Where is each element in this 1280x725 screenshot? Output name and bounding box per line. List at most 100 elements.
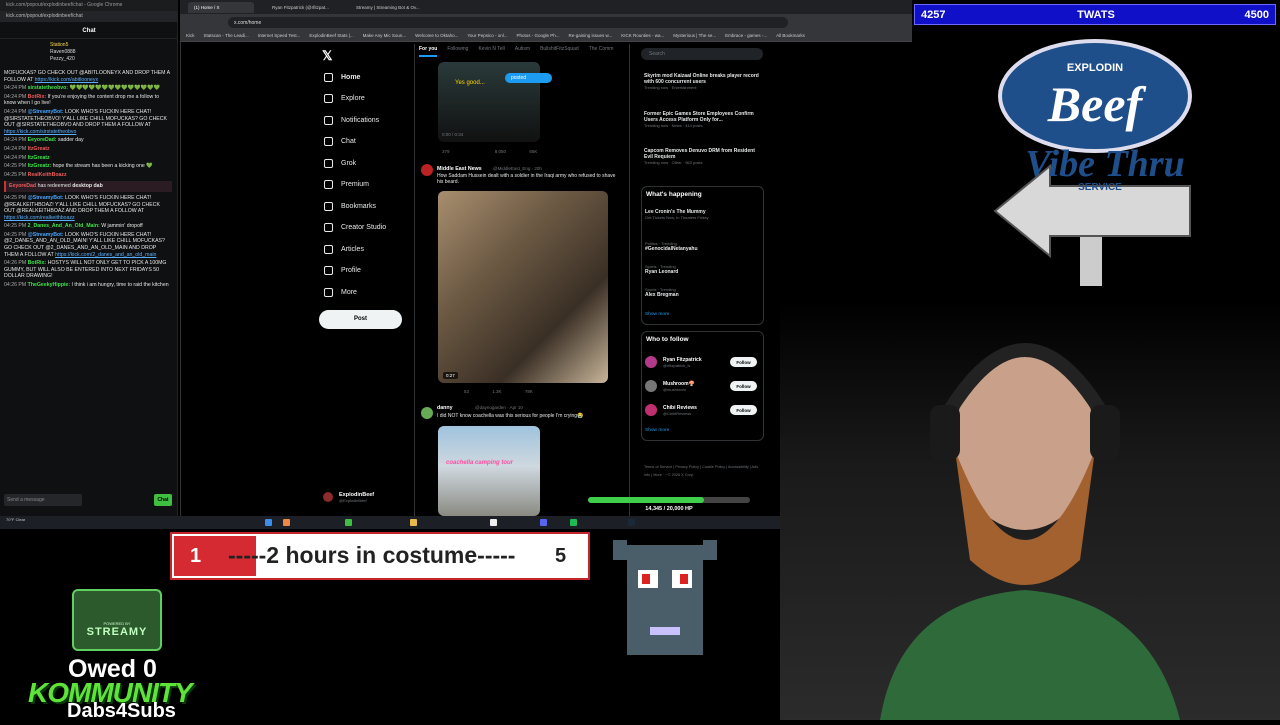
tweet-author[interactable]: Middle East News — [437, 166, 482, 172]
feed-tab[interactable]: Autism — [515, 46, 530, 52]
chat-url-bar[interactable]: kick.com/popout/explodinbeef/chat — [0, 11, 178, 22]
message-link[interactable]: https://kick.com/abitlooneyx — [35, 77, 98, 83]
like-count[interactable]: 1.3K — [492, 389, 501, 394]
nav-item-bookmarks[interactable]: Bookmarks — [324, 200, 376, 212]
follow-button[interactable]: Follow — [730, 381, 757, 391]
chat-send-button[interactable]: Chat — [154, 494, 172, 506]
follow-button[interactable]: Follow — [730, 357, 757, 367]
news-item[interactable]: Former Epic Games Store Employees Confir… — [644, 111, 762, 129]
trend-item[interactable]: Sports · Trending Ryan Leonard — [645, 264, 678, 275]
nav-item-articles[interactable]: Articles — [324, 243, 364, 255]
message-user[interactable]: @StreamyBot: — [28, 109, 64, 115]
message-user[interactable]: BotRix: — [28, 94, 46, 100]
message-user[interactable]: @StreamyBot: — [28, 232, 64, 238]
message-user[interactable]: RealKeithBoazz — [28, 172, 67, 178]
tweet-video[interactable] — [438, 191, 608, 383]
news-item[interactable]: Capcom Removes Denuvo DRM from Resident … — [644, 148, 762, 166]
bookmark-item[interactable]: Statscan - The Leadi... — [204, 33, 249, 38]
message-user[interactable]: ItzGreatz: — [28, 163, 52, 169]
message-user[interactable]: BotRix: — [28, 260, 46, 266]
obs-icon[interactable] — [490, 519, 497, 526]
chat-input[interactable]: Send a message — [4, 494, 82, 506]
chat-message: 04:26 PM TheGeekyHippie: I think i am hu… — [4, 282, 172, 289]
follow-button[interactable]: Follow — [730, 405, 757, 415]
tweet-author[interactable]: danny — [437, 405, 453, 411]
view-count[interactable]: 66K — [529, 149, 537, 154]
nav-item-notifications[interactable]: Notifications — [324, 114, 379, 126]
address-bar[interactable]: x.com/home — [228, 17, 788, 28]
nav-item-grok[interactable]: Grok — [324, 157, 356, 169]
message-user[interactable]: ItzGreatz — [28, 146, 50, 152]
message-link[interactable]: https://kick.com/realkeithboazz — [4, 215, 75, 221]
message-link[interactable]: https://kick.com/sirstatetheobvo — [4, 129, 76, 135]
bookmark-item[interactable]: Make Any Mic Soun... — [363, 33, 407, 38]
browser-tab[interactable]: (1) Home / X — [188, 2, 254, 13]
message-user[interactable]: ItzGreatz — [28, 155, 50, 161]
weather-widget[interactable]: 70°F Clear — [6, 517, 25, 522]
folder-icon[interactable] — [410, 519, 417, 526]
news-item[interactable]: Skyrim mod Kaizaal Online breaks player … — [644, 73, 762, 91]
nav-item-home[interactable]: Home — [324, 71, 360, 83]
redeem-user[interactable]: EeyoreDad — [9, 183, 36, 189]
feed-tab[interactable]: Kevin N Tell — [478, 46, 504, 52]
post-button[interactable]: Post — [319, 310, 402, 329]
nav-item-profile[interactable]: Profile — [324, 265, 361, 277]
feed-tab[interactable]: Following — [447, 46, 468, 52]
trend-item[interactable]: Sports · Trending Alex Bregman — [645, 287, 679, 298]
nav-item-premium[interactable]: Premium — [324, 179, 369, 191]
view-count[interactable]: 78K — [525, 389, 533, 394]
message-user[interactable]: @StreamyBot: — [28, 195, 64, 201]
bookmark-item[interactable]: Your Pepsico - onl... — [467, 33, 507, 38]
bookmark-item[interactable]: All Bookmarks — [776, 33, 805, 38]
follow-suggestion[interactable]: Ryan Fitzpatrick @rfitzpatrick_is — [645, 356, 702, 368]
nav-item-more[interactable]: More — [324, 286, 357, 298]
like-count[interactable]: 8,050 — [495, 149, 506, 154]
start-icon[interactable] — [265, 519, 272, 526]
feed-tab[interactable]: For you — [419, 46, 438, 57]
x-logo-icon[interactable]: 𝕏 — [322, 48, 332, 64]
nav-item-creator-studio[interactable]: Creator Studio — [324, 222, 386, 234]
trend-item[interactable]: Lee Cronin's The Mummy Get Tickets Now, I… — [645, 209, 709, 220]
repost-count[interactable]: 53 — [464, 389, 469, 394]
steam-icon[interactable] — [628, 519, 635, 526]
nav-item-chat[interactable]: Chat — [324, 136, 356, 148]
avatar[interactable] — [421, 164, 433, 176]
bookmark-item[interactable]: Embrace - games -... — [725, 33, 767, 38]
discord-icon[interactable] — [540, 519, 547, 526]
browser-tab[interactable]: Streamy | Streaming Bot & Ov... — [350, 2, 430, 13]
show-more-link[interactable]: Show more — [645, 428, 669, 433]
bookmark-item[interactable]: Re-gaining issues w... — [568, 33, 612, 38]
bookmark-item[interactable]: Photos - Google Ph... — [516, 33, 559, 38]
kick-icon[interactable] — [345, 519, 352, 526]
message-user[interactable]: EeyoreDad: — [28, 137, 57, 143]
feed-tab[interactable]: The Comm — [589, 46, 614, 52]
x-footer[interactable]: Terms of Service | Privacy Policy | Cook… — [644, 463, 764, 479]
account-switcher[interactable]: ExplodinBeef @ExplodinBeef — [323, 489, 408, 505]
search-input[interactable]: Search — [641, 48, 763, 60]
message-user[interactable]: TheGeekyHippie: — [28, 282, 70, 288]
nav-item-explore[interactable]: Explore — [324, 93, 365, 105]
bookmark-item[interactable]: ExplodinBeef Stats |... — [309, 33, 353, 38]
chat-message-list[interactable]: MOFUCKAS? GO CHECK OUT @ABITLOONEYX AND … — [4, 70, 172, 480]
show-more-link[interactable]: Show more — [645, 312, 669, 317]
reply-count[interactable]: 379 — [442, 149, 450, 154]
posted-badge[interactable]: posted — [505, 73, 552, 83]
bookmark-item[interactable]: Mysterious | The se... — [673, 33, 716, 38]
avatar[interactable] — [421, 407, 433, 419]
trend-item[interactable]: Politics · Trending #GenocidalNetanyahu — [645, 241, 698, 252]
message-user[interactable]: 2_Danes_And_An_Old_Main: — [28, 223, 100, 229]
bookmark-item[interactable]: Internet Speed Test... — [258, 33, 301, 38]
bookmark-item[interactable]: Welcome to Oktaho... — [415, 33, 458, 38]
message-link[interactable]: https://kick.com/2_danes_and_an_old_main — [55, 252, 156, 258]
browser-tab[interactable]: Ryan Fitzpatrick (@rfitzpat... — [266, 2, 344, 13]
spotify-icon[interactable] — [570, 519, 577, 526]
chrome-icon[interactable] — [283, 519, 290, 526]
nav-label: Explore — [341, 95, 365, 102]
tweet-video[interactable] — [438, 426, 540, 516]
follow-suggestion[interactable]: Mushroom🍄 @mushroom — [645, 380, 695, 392]
follow-suggestion[interactable]: Chibi Reviews @ChibiReviews — [645, 404, 697, 416]
message-user[interactable]: sirstatetheobvo: — [28, 85, 68, 91]
feed-tab[interactable]: BullshitFitzSquad — [540, 46, 579, 52]
bookmark-item[interactable]: Kick — [186, 33, 195, 38]
bookmark-item[interactable]: KICK Rounties - wa... — [621, 33, 664, 38]
